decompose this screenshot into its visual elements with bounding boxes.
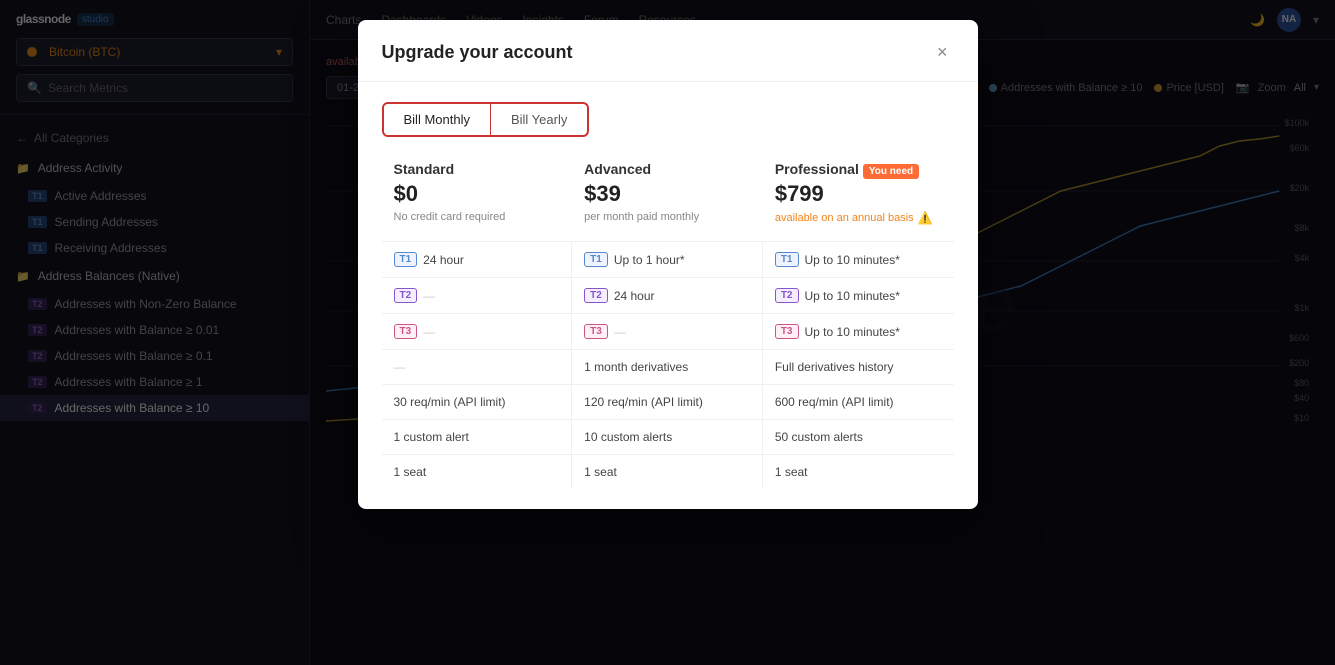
tier-tag-t2: T2 [584, 288, 608, 303]
feature-cell-standard-api: 30 req/min (API limit) [382, 385, 573, 419]
feature-cell-professional-derivatives: Full derivatives history [763, 350, 954, 384]
feature-cell-professional-alerts: 50 custom alerts [763, 420, 954, 454]
feature-cell-professional-seats: 1 seat [763, 455, 954, 489]
feature-text: 50 custom alerts [775, 430, 863, 444]
feature-text: 600 req/min (API limit) [775, 395, 894, 409]
feature-text: 1 seat [394, 465, 427, 479]
plan-header-professional: Professional You need $799 available on … [763, 161, 954, 241]
feature-text: — [614, 325, 626, 339]
tier-tag-t3: T3 [394, 324, 418, 339]
feature-text: 30 req/min (API limit) [394, 395, 506, 409]
plan-name-standard: Standard [394, 161, 561, 177]
plan-price-standard: $0 [394, 181, 561, 207]
feature-cell-standard-derivatives: — [382, 350, 573, 384]
tier-tag-t1: T1 [584, 252, 608, 267]
feature-text: Up to 10 minutes* [805, 253, 900, 267]
feature-text: — [423, 289, 435, 303]
bill-monthly-button[interactable]: Bill Monthly [384, 104, 490, 135]
feature-row-api: 30 req/min (API limit) 120 req/min (API … [382, 384, 954, 419]
feature-cell-standard-t2: T2 — [382, 278, 573, 313]
feature-row-t3: T3 — T3 — T3 Up to 10 minutes* [382, 313, 954, 349]
tier-tag-t2: T2 [394, 288, 418, 303]
feature-cell-advanced-t3: T3 — [572, 314, 763, 349]
tier-tag-t3: T3 [584, 324, 608, 339]
tier-tag-t3: T3 [775, 324, 799, 339]
feature-text: 120 req/min (API limit) [584, 395, 703, 409]
feature-text: 1 seat [775, 465, 808, 479]
feature-text: 10 custom alerts [584, 430, 672, 444]
feature-cell-advanced-api: 120 req/min (API limit) [572, 385, 763, 419]
upgrade-modal: Upgrade your account × Bill Monthly Bill… [358, 20, 978, 509]
features-table: T1 24 hour T1 Up to 1 hour* T1 Up to 10 … [382, 241, 954, 489]
feature-cell-advanced-derivatives: 1 month derivatives [572, 350, 763, 384]
feature-text: Full derivatives history [775, 360, 894, 374]
plan-name-advanced: Advanced [584, 161, 751, 177]
feature-text: 24 hour [614, 289, 655, 303]
bill-yearly-button[interactable]: Bill Yearly [490, 104, 587, 135]
plan-price-note-standard: No credit card required [394, 211, 561, 223]
modal-header: Upgrade your account × [358, 20, 978, 82]
feature-cell-advanced-alerts: 10 custom alerts [572, 420, 763, 454]
feature-text: 1 month derivatives [584, 360, 688, 374]
feature-cell-advanced-t2: T2 24 hour [572, 278, 763, 313]
feature-text: 1 custom alert [394, 430, 469, 444]
feature-text: — [394, 360, 406, 374]
feature-text: 24 hour [423, 253, 464, 267]
feature-cell-advanced-t1: T1 Up to 1 hour* [572, 242, 763, 277]
plan-price-note-advanced: per month paid monthly [584, 211, 751, 223]
modal-title: Upgrade your account [382, 42, 573, 63]
plan-price-note-professional: available on an annual basis ⚠️ [775, 211, 942, 225]
feature-cell-standard-t1: T1 24 hour [382, 242, 573, 277]
tier-tag-t1: T1 [394, 252, 418, 267]
feature-cell-professional-api: 600 req/min (API limit) [763, 385, 954, 419]
billing-toggle: Bill Monthly Bill Yearly [382, 102, 590, 137]
feature-row-derivatives: — 1 month derivatives Full derivatives h… [382, 349, 954, 384]
plan-header-advanced: Advanced $39 per month paid monthly [572, 161, 763, 241]
feature-cell-professional-t3: T3 Up to 10 minutes* [763, 314, 954, 349]
feature-cell-advanced-seats: 1 seat [572, 455, 763, 489]
plan-price-advanced: $39 [584, 181, 751, 207]
plans-grid: Standard $0 No credit card required Adva… [382, 161, 954, 241]
feature-cell-standard-alerts: 1 custom alert [382, 420, 573, 454]
warning-icon: ⚠️ [918, 211, 933, 225]
feature-text: Up to 10 minutes* [805, 325, 900, 339]
modal-overlay[interactable]: Upgrade your account × Bill Monthly Bill… [0, 0, 1335, 665]
tier-tag-t1: T1 [775, 252, 799, 267]
feature-row-t1: T1 24 hour T1 Up to 1 hour* T1 Up to 10 … [382, 241, 954, 277]
plan-price-professional: $799 [775, 181, 942, 207]
plan-badge-professional: You need [863, 164, 919, 179]
feature-cell-professional-t1: T1 Up to 10 minutes* [763, 242, 954, 277]
feature-cell-standard-seats: 1 seat [382, 455, 573, 489]
feature-cell-professional-t2: T2 Up to 10 minutes* [763, 278, 954, 313]
feature-row-alerts: 1 custom alert 10 custom alerts 50 custo… [382, 419, 954, 454]
tier-tag-t2: T2 [775, 288, 799, 303]
feature-text: Up to 1 hour* [614, 253, 685, 267]
plan-header-standard: Standard $0 No credit card required [382, 161, 573, 241]
plan-name-professional: Professional [775, 161, 859, 177]
modal-body: Bill Monthly Bill Yearly Standard $0 No … [358, 82, 978, 509]
feature-text: — [423, 325, 435, 339]
feature-text: Up to 10 minutes* [805, 289, 900, 303]
feature-row-seats: 1 seat 1 seat 1 seat [382, 454, 954, 489]
feature-row-t2: T2 — T2 24 hour T2 Up to 10 minutes* [382, 277, 954, 313]
modal-close-button[interactable]: × [931, 40, 954, 65]
plan-price-note-text: available on an annual basis [775, 212, 914, 224]
feature-cell-standard-t3: T3 — [382, 314, 573, 349]
feature-text: 1 seat [584, 465, 617, 479]
